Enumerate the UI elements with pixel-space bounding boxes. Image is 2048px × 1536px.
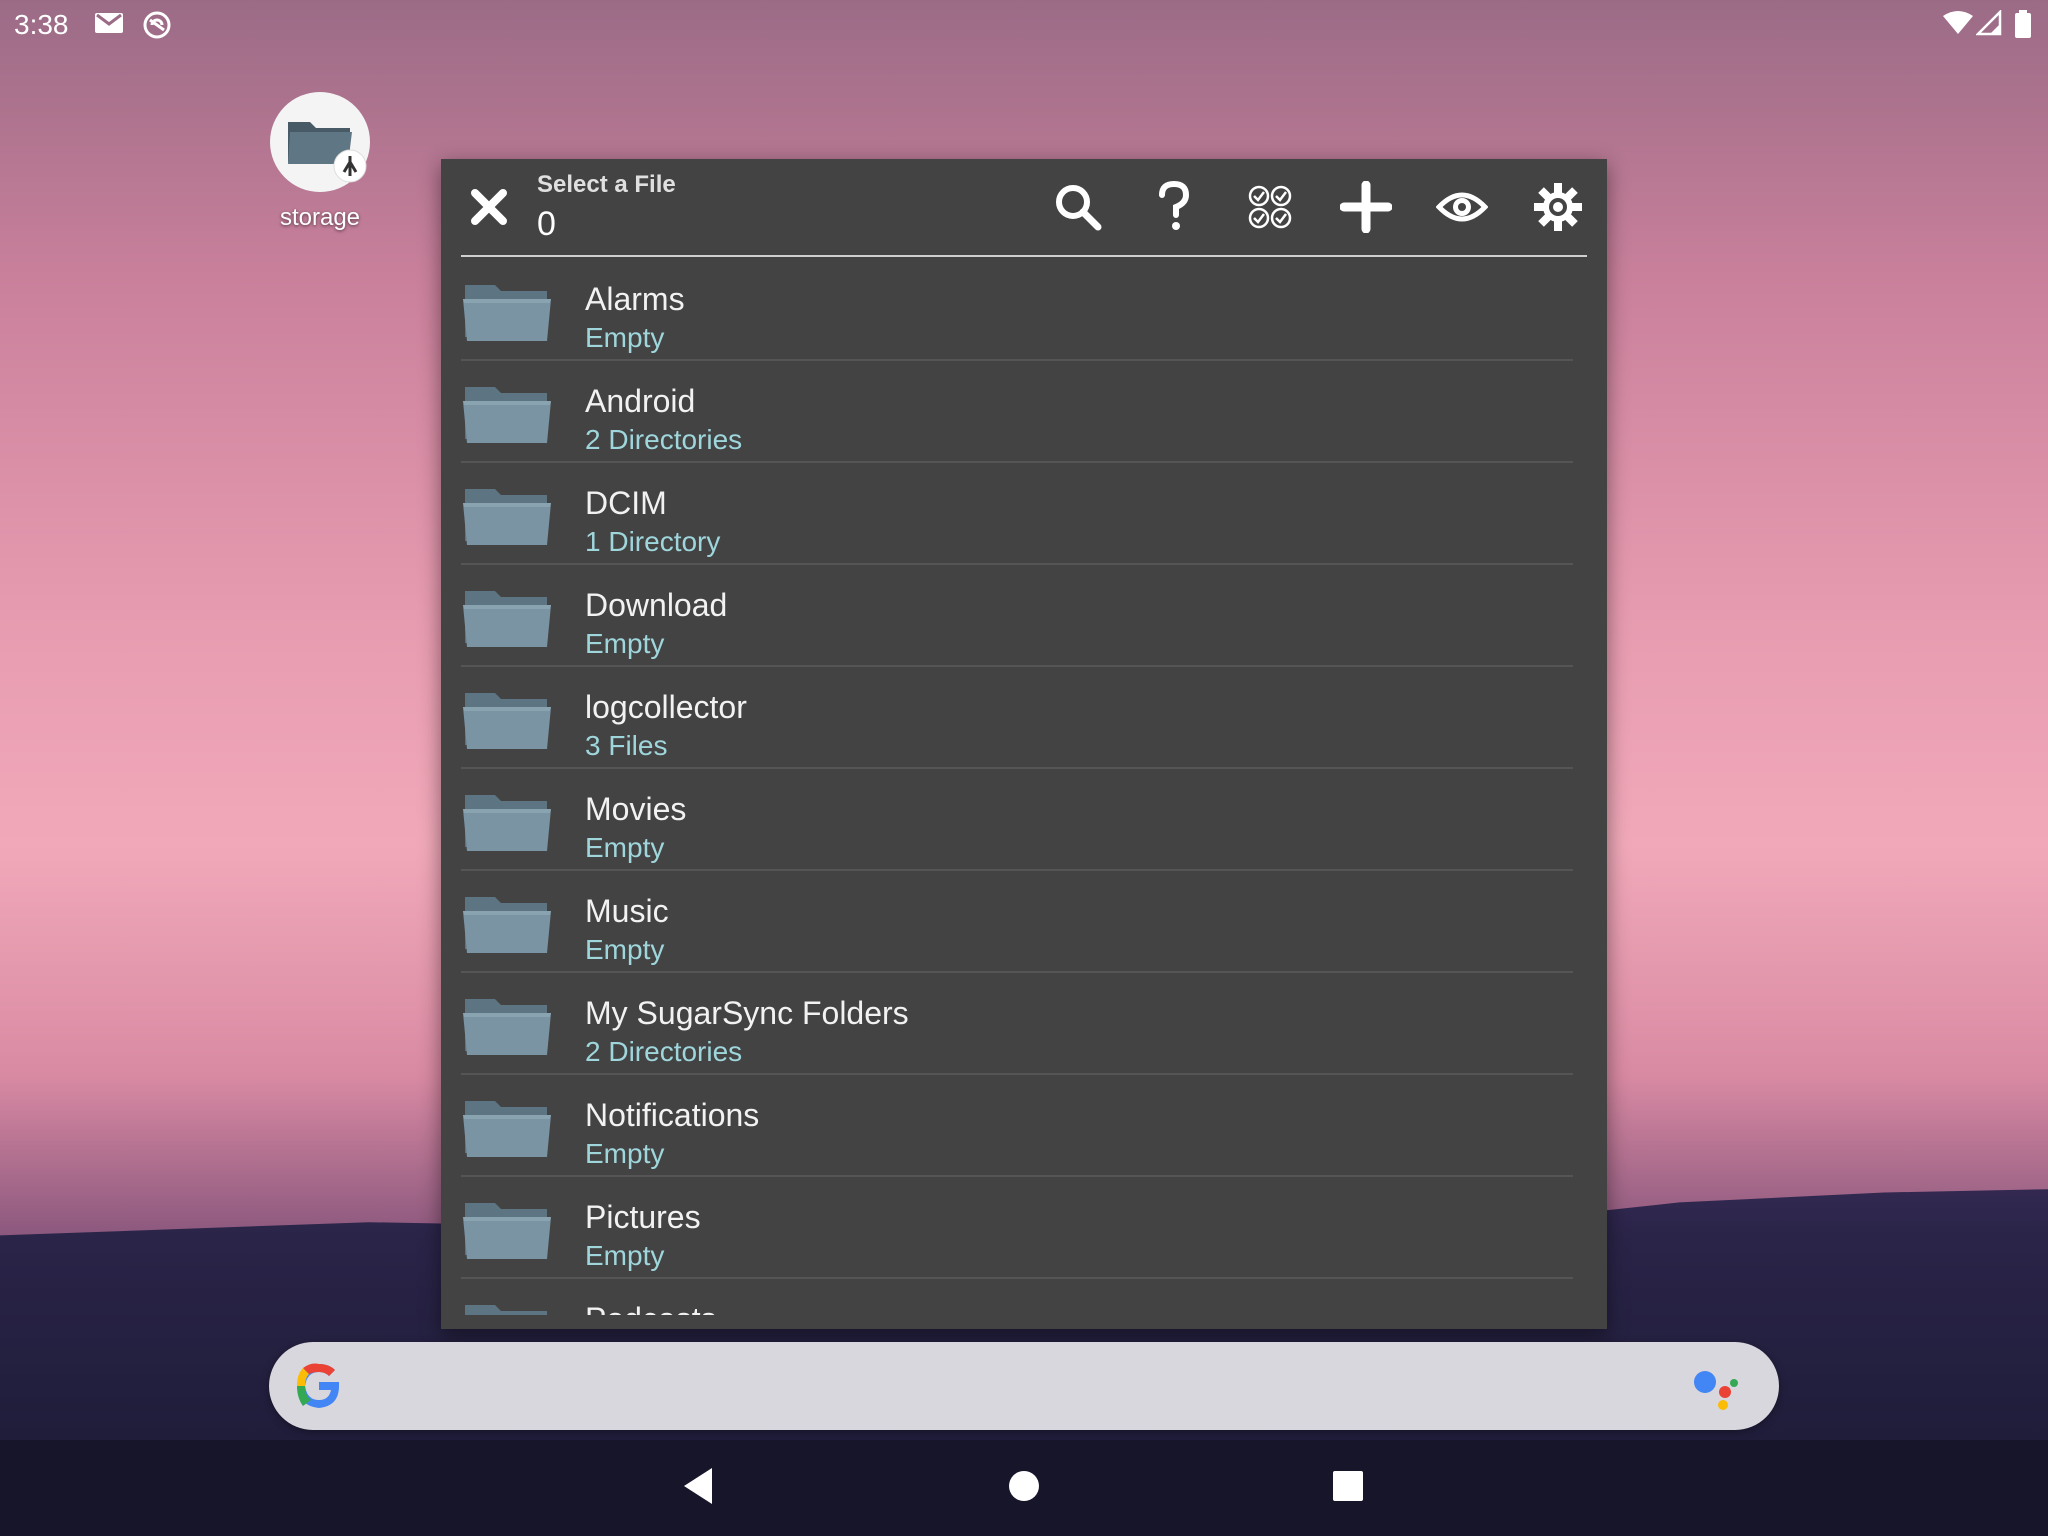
folder-icon	[461, 889, 553, 960]
folder-icon	[461, 1093, 553, 1164]
item-name: Download	[585, 587, 728, 623]
list-item[interactable]: Notifications Empty	[461, 1075, 1573, 1177]
assistant-icon[interactable]	[1693, 1368, 1739, 1415]
folder-icon	[461, 991, 553, 1062]
folder-icon	[461, 787, 553, 858]
recents-icon	[1333, 1471, 1363, 1501]
item-name: Podcasts	[585, 1301, 717, 1315]
item-name: Notifications	[585, 1097, 760, 1133]
back-icon	[684, 1468, 712, 1504]
plus-icon	[1340, 181, 1392, 233]
folder-icon	[461, 685, 553, 756]
list-item[interactable]: My SugarSync Folders 2 Directories	[461, 973, 1573, 1075]
search-icon	[1056, 185, 1102, 231]
item-name: Android	[585, 383, 696, 419]
dnd-icon	[142, 10, 172, 45]
folder-icon	[461, 379, 553, 450]
header-divider	[461, 255, 1587, 257]
google-search-bar[interactable]	[269, 1342, 1779, 1430]
item-detail: Empty	[585, 1240, 665, 1271]
folder-icon	[461, 1195, 553, 1266]
folder-icon	[461, 277, 553, 348]
item-detail: 1 Directory	[585, 526, 721, 557]
wifi-icon	[1942, 10, 1974, 41]
question-mark-icon	[1159, 181, 1190, 230]
status-bar: 3:38	[0, 0, 2048, 50]
list-item[interactable]: logcollector 3 Files	[461, 667, 1573, 769]
close-button[interactable]	[459, 177, 519, 237]
item-detail: Empty	[585, 934, 665, 965]
clock: 3:38	[14, 9, 69, 40]
list-item[interactable]: Android 2 Directories	[461, 361, 1573, 463]
add-button[interactable]	[1336, 177, 1396, 237]
dialog-title: Select a File	[537, 171, 676, 198]
list-item[interactable]: Podcasts	[461, 1279, 1573, 1315]
item-detail: 2 Directories	[585, 424, 743, 455]
list-item[interactable]: Music Empty	[461, 871, 1573, 973]
item-detail: Empty	[585, 628, 665, 659]
multi-check-icon	[1248, 185, 1292, 229]
item-detail: Empty	[585, 832, 665, 863]
item-name: logcollector	[585, 689, 747, 725]
home-icon	[1009, 1471, 1039, 1501]
item-name: Movies	[585, 791, 687, 827]
list-item[interactable]: DCIM 1 Directory	[461, 463, 1573, 565]
item-name: Music	[585, 893, 669, 929]
storage-folder-icon	[270, 92, 370, 192]
storage-shortcut[interactable]: storage	[268, 92, 372, 232]
folder-icon	[461, 583, 553, 654]
folder-icon	[461, 1297, 553, 1315]
close-icon	[471, 189, 507, 225]
select-multiple-button[interactable]	[1240, 177, 1300, 237]
list-item[interactable]: Alarms Empty	[461, 259, 1573, 361]
navigation-bar	[0, 1440, 2048, 1536]
help-button[interactable]	[1144, 177, 1204, 237]
recents-button[interactable]	[1332, 1466, 1364, 1511]
home-button[interactable]	[1008, 1466, 1040, 1511]
list-item[interactable]: Download Empty	[461, 565, 1573, 667]
item-detail: 3 Files	[585, 730, 668, 761]
selected-count: 0	[537, 205, 556, 243]
view-button[interactable]	[1432, 177, 1492, 237]
item-detail: Empty	[585, 322, 665, 353]
item-name: Alarms	[585, 281, 685, 317]
battery-icon	[2014, 10, 2032, 43]
gmail-icon	[94, 10, 124, 41]
file-list: Alarms Empty Android 2 Directories DCIM 1 Dir…	[441, 259, 1607, 1315]
cell-signal-icon	[1974, 8, 2002, 41]
item-name: My SugarSync Folders	[585, 995, 909, 1031]
item-name: Pictures	[585, 1199, 701, 1235]
folder-icon	[461, 481, 553, 552]
search-button[interactable]	[1048, 177, 1108, 237]
google-logo-icon	[293, 1360, 345, 1417]
item-name: DCIM	[585, 485, 667, 521]
eye-icon	[1436, 192, 1488, 222]
settings-button[interactable]	[1528, 177, 1588, 237]
gear-icon	[1534, 183, 1582, 231]
list-item[interactable]: Movies Empty	[461, 769, 1573, 871]
dialog-header: Select a File 0	[441, 159, 1607, 255]
list-item[interactable]: Pictures Empty	[461, 1177, 1573, 1279]
file-picker-dialog: Select a File 0 Alarms Empty Android 2 D…	[441, 159, 1607, 1329]
item-detail: Empty	[585, 1138, 665, 1169]
back-button[interactable]	[682, 1466, 714, 1511]
item-detail: 2 Directories	[585, 1036, 743, 1067]
storage-label: storage	[279, 204, 361, 231]
